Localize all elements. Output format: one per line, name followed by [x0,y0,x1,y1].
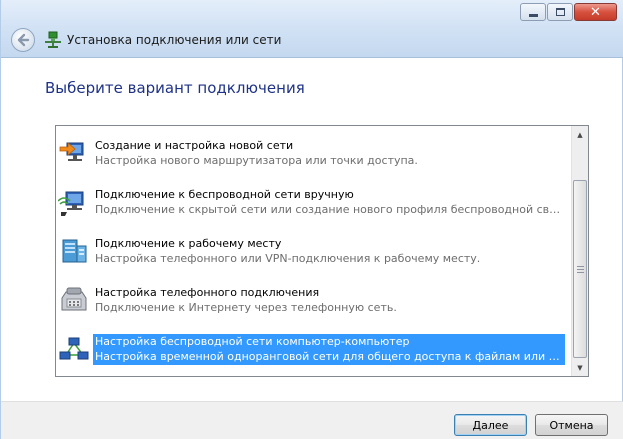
back-button[interactable] [11,28,35,52]
option-title: Подключение к рабочему месту [95,237,282,250]
next-button[interactable]: Далее [454,414,527,436]
maximize-button[interactable] [547,3,573,21]
wireless-network-icon [58,191,84,216]
list-item-adhoc[interactable]: Настройка беспроводной сети компьютер-ко… [56,328,568,370]
caption-buttons: ✕ [519,3,617,21]
minimize-button[interactable] [520,3,546,21]
maximize-icon [555,8,565,16]
button-bar: Далее Отмена [1,401,623,439]
arrow-up-icon: ▲ [577,130,583,139]
scroll-up-button[interactable]: ▲ [572,126,588,143]
option-title: Подключение к беспроводной сети вручную [95,188,354,201]
option-description: Настройка нового маршрутизатора или точк… [95,154,418,167]
wizard-window: ✕ Установка подключения или сети Выберит… [0,0,623,439]
close-icon: ✕ [590,4,601,20]
new-network-icon [59,142,84,161]
list-item-dialup[interactable]: Настройка телефонного подключения Подклю… [56,279,568,321]
dialup-phone-icon [61,287,87,311]
adhoc-network-icon [59,337,89,360]
cancel-button[interactable]: Отмена [535,414,608,436]
grip-icon [577,266,584,273]
option-description: Подключение к Интернету через телефонную… [95,301,397,314]
arrow-down-icon: ▼ [577,363,583,372]
option-description: Настройка временной одноранговой сети дл… [95,350,565,363]
option-description: Подключение к скрытой сети или создание … [95,203,565,216]
page-heading: Выберите вариант подключения [45,79,305,97]
scroll-down-button[interactable]: ▼ [572,359,588,376]
option-title: Настройка беспроводной сети компьютер-ко… [95,335,410,348]
back-arrow-icon [17,33,30,47]
network-setup-icon [45,31,61,48]
list-item-wireless-manual[interactable]: Подключение к беспроводной сети вручную … [56,181,568,223]
workplace-icon [62,239,87,263]
window-title: Установка подключения или сети [67,33,282,47]
minimize-icon [528,13,538,17]
list-item-new-network[interactable]: Создание и настройка новой сети Настройк… [56,132,568,174]
option-description: Настройка телефонного или VPN-подключени… [95,252,481,265]
close-button[interactable]: ✕ [574,3,617,21]
option-title: Настройка телефонного подключения [95,286,320,299]
scrollbar-thumb[interactable] [573,180,587,358]
vertical-scrollbar[interactable]: ▲ ▼ [571,126,588,376]
option-title: Создание и настройка новой сети [95,139,294,152]
connection-options-list[interactable]: Создание и настройка новой сети Настройк… [55,125,589,377]
title-bar: ✕ Установка подключения или сети [1,0,623,58]
list-item-workplace[interactable]: Подключение к рабочему месту Настройка т… [56,230,568,272]
